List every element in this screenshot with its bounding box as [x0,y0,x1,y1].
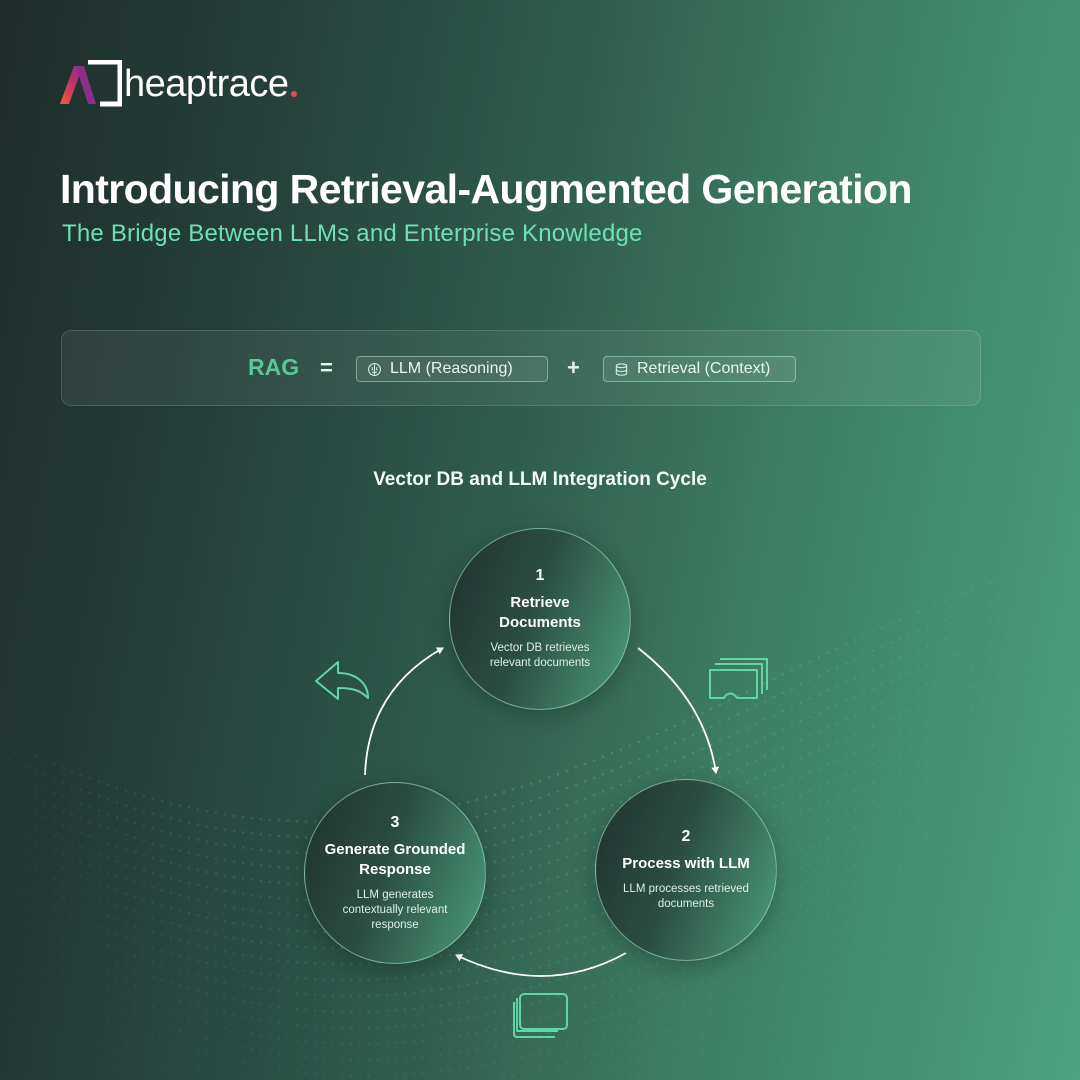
step-title: Retrieve Documents [499,594,581,631]
step-1-retrieve-documents: 1 Retrieve Documents Vector DB retrieves… [449,528,631,710]
copy-icon [513,993,568,1038]
step-description: LLM generates contextually relevant resp… [342,888,448,931]
step-number: 2 [681,828,691,845]
step-number: 1 [535,567,545,584]
arrow-process-to-generate [455,952,627,977]
step-title: Process with LLM [622,855,750,872]
step-3-generate-response: 3 Generate Grounded Response LLM generat… [304,782,486,964]
arrow-generate-to-retrieve [364,647,444,776]
step-number: 3 [390,813,400,831]
step-description: Vector DB retrieves relevant documents [489,642,591,669]
reply-arrow-icon [315,661,369,700]
step-description: LLM processes retrieved documents [623,883,749,910]
step-title: Generate Grounded Response [324,840,466,878]
documents-icon [709,658,768,699]
arrow-retrieve-to-process [637,647,720,774]
step-2-process-with-llm: 2 Process with LLM LLM processes retriev… [595,779,777,961]
